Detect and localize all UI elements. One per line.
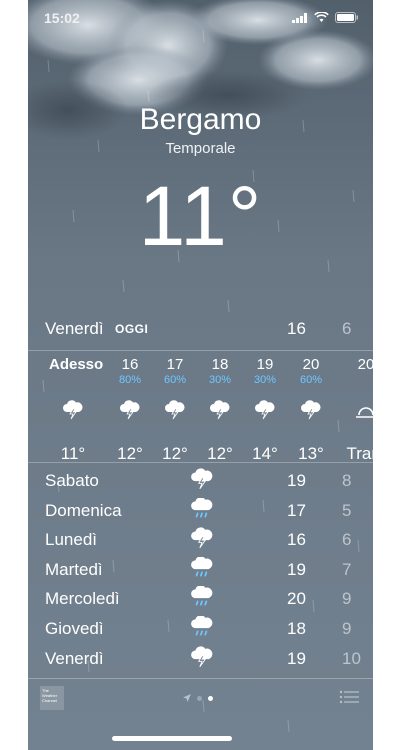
hour-label: 19 xyxy=(256,356,274,373)
forecast-low: 7 xyxy=(342,559,352,579)
forecast-high: 18 xyxy=(287,618,306,638)
hour-temperature: Tram xyxy=(346,444,373,463)
hour-label: 16 xyxy=(121,356,139,373)
divider xyxy=(28,462,373,463)
forecast-day: Martedì xyxy=(45,559,103,579)
daily-row: Lunedì 16 6 xyxy=(28,525,373,555)
hourly-item: 18 30% 12° xyxy=(196,356,244,464)
thunderstorm-icon xyxy=(63,400,83,420)
divider xyxy=(28,350,373,351)
today-low: 6 xyxy=(342,319,352,338)
forecast-day: Giovedì xyxy=(45,618,104,638)
hour-label: 17 xyxy=(166,356,184,373)
weather-channel-logo[interactable]: The Weather Channel xyxy=(40,686,64,710)
rain-icon xyxy=(191,585,213,606)
thunderstorm-icon xyxy=(191,468,213,490)
hourly-item: Adesso 11° xyxy=(49,356,104,464)
page-dot xyxy=(197,695,202,701)
hourly-item: 20 Tram xyxy=(342,356,373,464)
precip-probability xyxy=(342,374,373,388)
today-day: Venerdì xyxy=(45,319,104,338)
daily-row: Martedì 19 7 xyxy=(28,555,373,585)
forecast-low: 6 xyxy=(342,530,352,550)
hour-label: 20 xyxy=(357,356,373,373)
daily-row: Venerdì 19 10 xyxy=(28,644,373,674)
forecast-low: 8 xyxy=(342,471,352,490)
hour-temperature: 12° xyxy=(117,444,143,463)
daily-row: Mercoledì 20 9 xyxy=(28,584,373,614)
weather-app-screen: 15:02 Bergamo Temporale 11° Venerdì OGGI… xyxy=(28,0,373,750)
page-indicator[interactable] xyxy=(183,694,213,702)
forecast-day: Domenica xyxy=(45,500,122,520)
home-indicator[interactable] xyxy=(112,736,232,741)
thunderstorm-icon xyxy=(255,400,275,420)
forecast-high: 17 xyxy=(287,500,306,520)
wifi-icon xyxy=(314,12,329,22)
forecast-high: 19 xyxy=(287,559,306,579)
hourly-forecast-strip[interactable]: Adesso 11° 16 80% 12° 17 60% 12° 18 30% … xyxy=(28,356,373,463)
forecast-low: 9 xyxy=(342,618,352,638)
hour-label: 18 xyxy=(211,356,229,373)
rain-icon xyxy=(191,556,213,577)
today-tag: OGGI xyxy=(115,322,149,336)
forecast-high: 19 xyxy=(287,471,306,490)
thunderstorm-icon xyxy=(165,400,185,420)
hour-label: 20 xyxy=(302,356,320,373)
forecast-high: 20 xyxy=(287,589,306,609)
hour-temperature: 13° xyxy=(298,444,324,463)
hour-temperature: 12° xyxy=(162,444,188,463)
cellular-signal-icon xyxy=(292,12,307,23)
bottom-toolbar: The Weather Channel xyxy=(28,686,373,714)
daily-row: Domenica 17 5 xyxy=(28,496,373,526)
status-time: 15:02 xyxy=(44,10,80,26)
thunderstorm-icon xyxy=(191,645,213,667)
today-high: 16 xyxy=(287,319,306,338)
rain-icon xyxy=(191,496,213,518)
hour-temperature: 14° xyxy=(252,444,278,463)
precip-probability xyxy=(49,374,97,388)
city-name: Bergamo xyxy=(139,103,262,136)
daily-forecast-list[interactable]: Sabato 19 8 Domenica 17 5 Lunedì 16 6 Ma… xyxy=(28,466,373,673)
hour-label: Adesso xyxy=(49,356,104,373)
location-arrow-icon xyxy=(183,694,191,702)
forecast-low: 9 xyxy=(342,589,352,609)
forecast-day: Mercoledì xyxy=(45,589,120,609)
thunderstorm-icon xyxy=(210,400,230,420)
divider xyxy=(28,678,373,679)
forecast-day: Venerdì xyxy=(45,648,104,668)
daily-row: Sabato 19 8 xyxy=(28,466,373,496)
forecast-low: 5 xyxy=(342,500,352,520)
current-temperature: 11° xyxy=(138,169,263,263)
precip-probability: 80% xyxy=(118,374,142,386)
daily-row: Giovedì 18 9 xyxy=(28,614,373,644)
weather-condition: Temporale xyxy=(165,140,236,157)
hourly-item: 19 30% 14° xyxy=(241,356,289,464)
thunderstorm-icon xyxy=(301,400,321,420)
hour-temperature: 11° xyxy=(60,444,86,463)
status-bar: 15:02 xyxy=(28,8,373,28)
hourly-item: 17 60% 12° xyxy=(151,356,199,464)
page-dot-active xyxy=(208,695,213,701)
precip-probability: 60% xyxy=(299,374,323,386)
forecast-day: Sabato xyxy=(45,471,99,490)
rain-icon xyxy=(191,615,213,636)
thunderstorm-icon xyxy=(120,400,140,420)
sunset-icon xyxy=(356,407,373,418)
precip-probability: 60% xyxy=(163,374,187,386)
precip-probability: 30% xyxy=(208,374,232,386)
precip-probability: 30% xyxy=(253,374,277,386)
hourly-item: 16 80% 12° xyxy=(106,356,154,464)
forecast-day: Lunedì xyxy=(45,530,97,550)
battery-icon xyxy=(335,12,358,23)
today-summary-row: Venerdì OGGI 16 6 xyxy=(28,318,373,342)
thunderstorm-icon xyxy=(191,527,213,549)
hour-temperature: 12° xyxy=(207,444,233,463)
list-icon[interactable] xyxy=(339,690,359,704)
hourly-item: 20 60% 13° xyxy=(287,356,335,464)
forecast-high: 19 xyxy=(287,648,306,668)
forecast-high: 16 xyxy=(287,530,306,550)
forecast-low: 10 xyxy=(342,648,361,668)
